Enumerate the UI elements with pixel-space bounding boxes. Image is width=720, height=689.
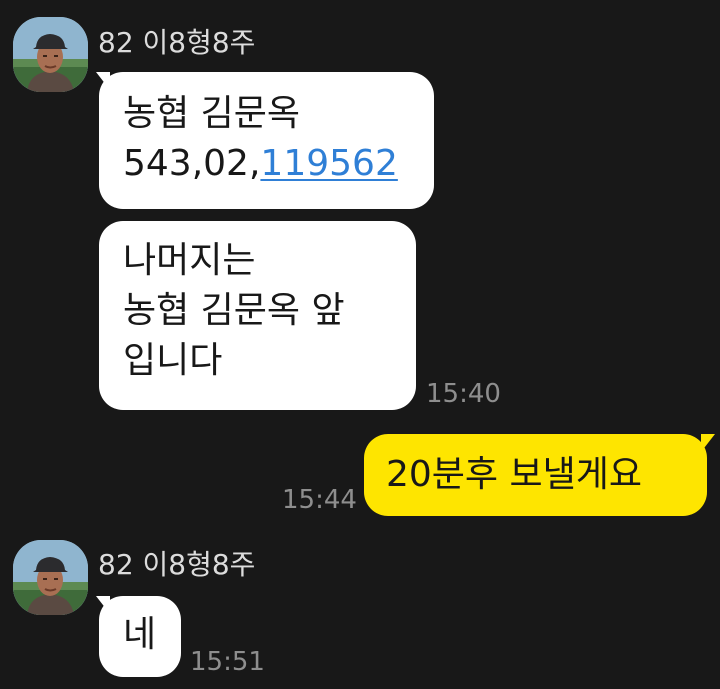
message-line: 나머지는 <box>123 240 256 281</box>
message-bubble-account[interactable]: 농협 김문옥 543,02,119562 <box>99 72 434 209</box>
message-timestamp: 15:51 <box>190 647 265 677</box>
profile-photo-icon <box>13 540 88 615</box>
message-text: 543,02, <box>123 143 261 184</box>
chat-thread: 82 이8형8주 농협 김문옥 543,02,119562 나머지는 농협 김문… <box>0 0 720 689</box>
message-line: 543,02,119562 <box>123 139 412 189</box>
message-timestamp: 15:40 <box>426 379 501 409</box>
bubble-tail <box>701 434 715 452</box>
message-bubble-remainder[interactable]: 나머지는 농협 김문옥 앞 입니다 <box>99 221 416 410</box>
message-timestamp: 15:44 <box>282 485 357 515</box>
outgoing-message-bubble[interactable]: 20분후 보낼게요 <box>364 434 707 516</box>
account-number-link[interactable]: 119562 <box>260 143 397 184</box>
sender-name: 82 이8형8주 <box>98 548 256 581</box>
sender-name: 82 이8형8주 <box>98 26 256 59</box>
message-line: 농협 김문옥 <box>123 93 301 134</box>
profile-photo-icon <box>13 17 88 92</box>
sender-avatar[interactable] <box>13 540 88 615</box>
message-line: 농협 김문옥 앞 <box>123 290 345 331</box>
message-line: 입니다 <box>123 340 223 381</box>
message-bubble-reply[interactable]: 네 <box>99 596 181 677</box>
sender-avatar[interactable] <box>13 17 88 92</box>
